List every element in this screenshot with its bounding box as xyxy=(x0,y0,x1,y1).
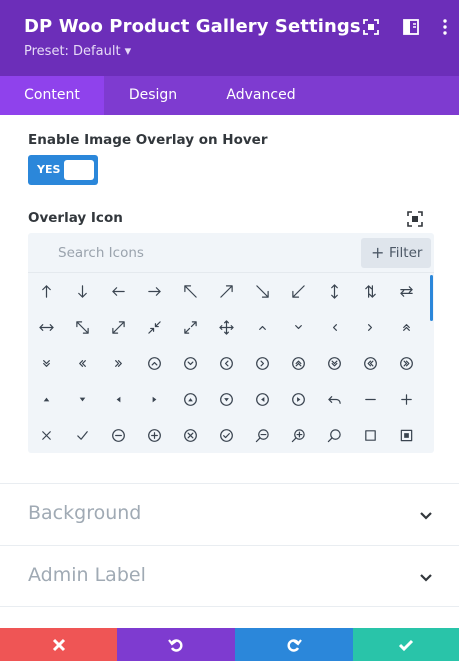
tab-content[interactable]: Content xyxy=(0,76,104,115)
arrow-up-left-icon[interactable] xyxy=(172,273,208,309)
responsive-target-icon[interactable] xyxy=(407,211,423,227)
circle-double-left-icon[interactable] xyxy=(352,345,388,381)
collapse-diagonal-icon[interactable] xyxy=(136,309,172,345)
discard-button[interactable] xyxy=(0,628,117,661)
circle-caret-up-icon[interactable] xyxy=(172,381,208,417)
arrow-left-right-icon[interactable] xyxy=(28,309,64,345)
chevron-up-icon[interactable] xyxy=(244,309,280,345)
arrow-down-right-icon[interactable] xyxy=(244,273,280,309)
section-title: Background xyxy=(28,502,142,524)
icon-picker: Search Icons + Filter xyxy=(28,233,434,453)
check-icon xyxy=(398,639,414,651)
double-chevron-down-icon[interactable] xyxy=(28,345,64,381)
double-chevron-up-icon[interactable] xyxy=(388,309,424,345)
toggle-knob xyxy=(64,160,94,180)
filter-label: Filter xyxy=(389,245,423,261)
preset-selector[interactable]: Preset: Default ▾ xyxy=(24,44,131,59)
section-admin-label[interactable]: Admin Label xyxy=(0,546,459,606)
close-icon[interactable] xyxy=(28,417,64,453)
redo-icon xyxy=(287,638,302,652)
undo-icon[interactable] xyxy=(316,381,352,417)
arrows-swap-horizontal-icon[interactable] xyxy=(388,273,424,309)
toggle-state-text: YES xyxy=(37,163,61,176)
overlay-toggle[interactable]: YES xyxy=(28,155,98,185)
chevron-left-icon[interactable] xyxy=(316,309,352,345)
circle-double-up-icon[interactable] xyxy=(280,345,316,381)
action-footer xyxy=(0,628,459,661)
arrow-down-left-icon[interactable] xyxy=(280,273,316,309)
close-icon xyxy=(52,638,65,651)
filter-button[interactable]: + Filter xyxy=(361,238,431,268)
more-vertical-icon[interactable] xyxy=(436,18,454,36)
icon-search-bar: Search Icons + Filter xyxy=(28,233,434,273)
redo-button[interactable] xyxy=(235,628,353,661)
arrow-up-right-icon[interactable] xyxy=(208,273,244,309)
caret-left-icon[interactable] xyxy=(100,381,136,417)
plus-icon: + xyxy=(371,243,385,262)
circle-minus-icon[interactable] xyxy=(100,417,136,453)
circle-chevron-right-icon[interactable] xyxy=(244,345,280,381)
circle-plus-icon[interactable] xyxy=(136,417,172,453)
circle-close-icon[interactable] xyxy=(172,417,208,453)
chevron-down-icon[interactable] xyxy=(280,309,316,345)
search-icon[interactable] xyxy=(316,417,352,453)
settings-tabs: Content Design Advanced xyxy=(0,76,459,115)
arrow-left-icon[interactable] xyxy=(100,273,136,309)
expand-icon[interactable] xyxy=(362,18,380,36)
circle-check-icon[interactable] xyxy=(208,417,244,453)
sidebar-toggle-icon[interactable] xyxy=(402,18,420,36)
section-title: Admin Label xyxy=(28,564,146,586)
modal-title: DP Woo Product Gallery Settings xyxy=(24,16,361,37)
double-chevron-right-icon[interactable] xyxy=(100,345,136,381)
undo-icon xyxy=(168,638,183,652)
arrow-right-icon[interactable] xyxy=(136,273,172,309)
expand-diagonal-icon[interactable] xyxy=(100,309,136,345)
section-background[interactable]: Background xyxy=(0,484,459,544)
circle-chevron-down-icon[interactable] xyxy=(172,345,208,381)
chevron-down-icon xyxy=(420,574,432,582)
expand-corner-icon[interactable] xyxy=(172,309,208,345)
circle-chevron-up-icon[interactable] xyxy=(136,345,172,381)
resize-diagonal-icon[interactable] xyxy=(64,309,100,345)
overlay-toggle-label: Enable Image Overlay on Hover xyxy=(28,132,268,148)
caret-right-icon[interactable] xyxy=(136,381,172,417)
settings-header: DP Woo Product Gallery Settings Preset: … xyxy=(0,0,459,76)
circle-caret-down-icon[interactable] xyxy=(208,381,244,417)
minus-icon[interactable] xyxy=(352,381,388,417)
arrow-up-down-icon[interactable] xyxy=(316,273,352,309)
tab-design[interactable]: Design xyxy=(104,76,202,115)
undo-button[interactable] xyxy=(117,628,235,661)
zoom-in-icon[interactable] xyxy=(280,417,316,453)
save-button[interactable] xyxy=(353,628,459,661)
caret-up-icon[interactable] xyxy=(28,381,64,417)
tab-advanced[interactable]: Advanced xyxy=(202,76,320,115)
caret-down-icon[interactable] xyxy=(64,381,100,417)
divider xyxy=(0,606,459,607)
overlay-icon-label: Overlay Icon xyxy=(28,210,123,226)
chevron-right-icon[interactable] xyxy=(352,309,388,345)
circle-chevron-left-icon[interactable] xyxy=(208,345,244,381)
double-chevron-left-icon[interactable] xyxy=(64,345,100,381)
circle-caret-right-icon[interactable] xyxy=(280,381,316,417)
arrows-swap-vertical-icon[interactable] xyxy=(352,273,388,309)
icon-grid-scrollbar[interactable] xyxy=(430,275,433,321)
plus-icon[interactable] xyxy=(388,381,424,417)
arrow-up-icon[interactable] xyxy=(28,273,64,309)
icon-search-input[interactable]: Search Icons xyxy=(58,245,144,261)
circle-double-right-icon[interactable] xyxy=(388,345,424,381)
check-icon[interactable] xyxy=(64,417,100,453)
chevron-down-icon xyxy=(420,512,432,520)
move-icon[interactable] xyxy=(208,309,244,345)
zoom-out-icon[interactable] xyxy=(244,417,280,453)
icon-grid xyxy=(28,273,428,453)
square-icon[interactable] xyxy=(352,417,388,453)
circle-caret-left-icon[interactable] xyxy=(244,381,280,417)
square-dot-icon[interactable] xyxy=(388,417,424,453)
arrow-down-icon[interactable] xyxy=(64,273,100,309)
circle-double-down-icon[interactable] xyxy=(316,345,352,381)
